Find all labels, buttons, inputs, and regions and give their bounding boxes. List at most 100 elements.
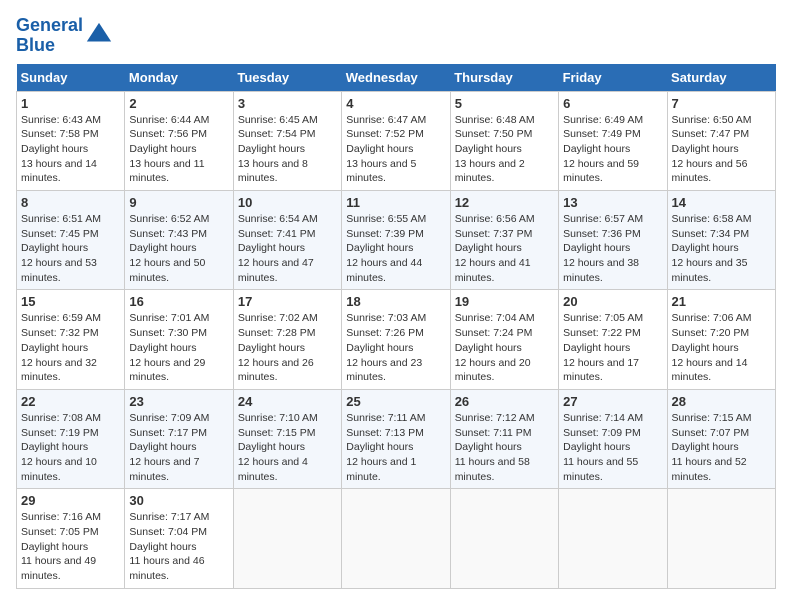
day-info: Sunrise: 6:47 AMSunset: 7:52 PMDaylight … [346, 113, 445, 186]
calendar-cell: 30 Sunrise: 7:17 AMSunset: 7:04 PMDaylig… [125, 489, 233, 588]
calendar-cell: 13 Sunrise: 6:57 AMSunset: 7:36 PMDaylig… [559, 191, 667, 290]
day-number: 7 [672, 96, 771, 111]
calendar-cell: 21 Sunrise: 7:06 AMSunset: 7:20 PMDaylig… [667, 290, 775, 389]
calendar-cell [450, 489, 558, 588]
calendar-cell [667, 489, 775, 588]
calendar-cell: 23 Sunrise: 7:09 AMSunset: 7:17 PMDaylig… [125, 389, 233, 488]
logo-icon [85, 21, 113, 49]
day-number: 27 [563, 394, 662, 409]
calendar-cell: 2 Sunrise: 6:44 AMSunset: 7:56 PMDayligh… [125, 91, 233, 190]
day-number: 28 [672, 394, 771, 409]
day-number: 1 [21, 96, 120, 111]
day-number: 18 [346, 294, 445, 309]
calendar-cell: 5 Sunrise: 6:48 AMSunset: 7:50 PMDayligh… [450, 91, 558, 190]
day-info: Sunrise: 6:57 AMSunset: 7:36 PMDaylight … [563, 212, 662, 285]
day-info: Sunrise: 7:15 AMSunset: 7:07 PMDaylight … [672, 411, 771, 484]
calendar-cell: 28 Sunrise: 7:15 AMSunset: 7:07 PMDaylig… [667, 389, 775, 488]
day-info: Sunrise: 7:17 AMSunset: 7:04 PMDaylight … [129, 510, 228, 583]
day-number: 8 [21, 195, 120, 210]
calendar-cell: 11 Sunrise: 6:55 AMSunset: 7:39 PMDaylig… [342, 191, 450, 290]
day-number: 15 [21, 294, 120, 309]
day-number: 11 [346, 195, 445, 210]
day-number: 6 [563, 96, 662, 111]
day-info: Sunrise: 6:56 AMSunset: 7:37 PMDaylight … [455, 212, 554, 285]
day-info: Sunrise: 7:08 AMSunset: 7:19 PMDaylight … [21, 411, 120, 484]
day-number: 17 [238, 294, 337, 309]
day-info: Sunrise: 7:06 AMSunset: 7:20 PMDaylight … [672, 311, 771, 384]
day-info: Sunrise: 7:05 AMSunset: 7:22 PMDaylight … [563, 311, 662, 384]
calendar-cell: 12 Sunrise: 6:56 AMSunset: 7:37 PMDaylig… [450, 191, 558, 290]
day-number: 23 [129, 394, 228, 409]
calendar-cell: 25 Sunrise: 7:11 AMSunset: 7:13 PMDaylig… [342, 389, 450, 488]
calendar-cell: 4 Sunrise: 6:47 AMSunset: 7:52 PMDayligh… [342, 91, 450, 190]
calendar-cell [559, 489, 667, 588]
day-info: Sunrise: 6:52 AMSunset: 7:43 PMDaylight … [129, 212, 228, 285]
day-info: Sunrise: 7:03 AMSunset: 7:26 PMDaylight … [346, 311, 445, 384]
day-info: Sunrise: 7:11 AMSunset: 7:13 PMDaylight … [346, 411, 445, 484]
day-info: Sunrise: 6:48 AMSunset: 7:50 PMDaylight … [455, 113, 554, 186]
col-header-monday: Monday [125, 64, 233, 92]
day-number: 14 [672, 195, 771, 210]
day-info: Sunrise: 7:14 AMSunset: 7:09 PMDaylight … [563, 411, 662, 484]
col-header-tuesday: Tuesday [233, 64, 341, 92]
calendar-cell: 29 Sunrise: 7:16 AMSunset: 7:05 PMDaylig… [17, 489, 125, 588]
day-number: 2 [129, 96, 228, 111]
calendar-cell [342, 489, 450, 588]
day-info: Sunrise: 6:43 AMSunset: 7:58 PMDaylight … [21, 113, 120, 186]
logo: GeneralBlue [16, 16, 113, 56]
calendar-cell: 1 Sunrise: 6:43 AMSunset: 7:58 PMDayligh… [17, 91, 125, 190]
day-number: 10 [238, 195, 337, 210]
col-header-thursday: Thursday [450, 64, 558, 92]
calendar-cell: 15 Sunrise: 6:59 AMSunset: 7:32 PMDaylig… [17, 290, 125, 389]
day-number: 13 [563, 195, 662, 210]
day-info: Sunrise: 6:59 AMSunset: 7:32 PMDaylight … [21, 311, 120, 384]
day-info: Sunrise: 7:04 AMSunset: 7:24 PMDaylight … [455, 311, 554, 384]
calendar-cell: 20 Sunrise: 7:05 AMSunset: 7:22 PMDaylig… [559, 290, 667, 389]
calendar-cell: 17 Sunrise: 7:02 AMSunset: 7:28 PMDaylig… [233, 290, 341, 389]
calendar-cell: 9 Sunrise: 6:52 AMSunset: 7:43 PMDayligh… [125, 191, 233, 290]
day-info: Sunrise: 6:51 AMSunset: 7:45 PMDaylight … [21, 212, 120, 285]
day-number: 4 [346, 96, 445, 111]
day-info: Sunrise: 6:54 AMSunset: 7:41 PMDaylight … [238, 212, 337, 285]
day-info: Sunrise: 6:58 AMSunset: 7:34 PMDaylight … [672, 212, 771, 285]
day-info: Sunrise: 6:44 AMSunset: 7:56 PMDaylight … [129, 113, 228, 186]
calendar-cell: 27 Sunrise: 7:14 AMSunset: 7:09 PMDaylig… [559, 389, 667, 488]
col-header-sunday: Sunday [17, 64, 125, 92]
calendar-cell: 22 Sunrise: 7:08 AMSunset: 7:19 PMDaylig… [17, 389, 125, 488]
calendar-cell [233, 489, 341, 588]
day-info: Sunrise: 6:45 AMSunset: 7:54 PMDaylight … [238, 113, 337, 186]
day-info: Sunrise: 7:10 AMSunset: 7:15 PMDaylight … [238, 411, 337, 484]
calendar-cell: 18 Sunrise: 7:03 AMSunset: 7:26 PMDaylig… [342, 290, 450, 389]
calendar-cell: 14 Sunrise: 6:58 AMSunset: 7:34 PMDaylig… [667, 191, 775, 290]
day-info: Sunrise: 7:02 AMSunset: 7:28 PMDaylight … [238, 311, 337, 384]
day-number: 3 [238, 96, 337, 111]
day-number: 25 [346, 394, 445, 409]
col-header-wednesday: Wednesday [342, 64, 450, 92]
calendar-table: SundayMondayTuesdayWednesdayThursdayFrid… [16, 64, 776, 589]
day-number: 26 [455, 394, 554, 409]
page-header: GeneralBlue [16, 16, 776, 56]
calendar-cell: 10 Sunrise: 6:54 AMSunset: 7:41 PMDaylig… [233, 191, 341, 290]
day-info: Sunrise: 7:09 AMSunset: 7:17 PMDaylight … [129, 411, 228, 484]
day-info: Sunrise: 6:55 AMSunset: 7:39 PMDaylight … [346, 212, 445, 285]
day-number: 12 [455, 195, 554, 210]
calendar-cell: 3 Sunrise: 6:45 AMSunset: 7:54 PMDayligh… [233, 91, 341, 190]
day-number: 16 [129, 294, 228, 309]
col-header-friday: Friday [559, 64, 667, 92]
calendar-cell: 19 Sunrise: 7:04 AMSunset: 7:24 PMDaylig… [450, 290, 558, 389]
day-info: Sunrise: 7:16 AMSunset: 7:05 PMDaylight … [21, 510, 120, 583]
calendar-cell: 16 Sunrise: 7:01 AMSunset: 7:30 PMDaylig… [125, 290, 233, 389]
day-number: 19 [455, 294, 554, 309]
day-info: Sunrise: 7:12 AMSunset: 7:11 PMDaylight … [455, 411, 554, 484]
day-number: 9 [129, 195, 228, 210]
day-number: 21 [672, 294, 771, 309]
day-number: 29 [21, 493, 120, 508]
logo-text: GeneralBlue [16, 16, 83, 56]
day-number: 22 [21, 394, 120, 409]
calendar-cell: 6 Sunrise: 6:49 AMSunset: 7:49 PMDayligh… [559, 91, 667, 190]
day-info: Sunrise: 6:49 AMSunset: 7:49 PMDaylight … [563, 113, 662, 186]
day-number: 30 [129, 493, 228, 508]
col-header-saturday: Saturday [667, 64, 775, 92]
day-number: 20 [563, 294, 662, 309]
calendar-cell: 7 Sunrise: 6:50 AMSunset: 7:47 PMDayligh… [667, 91, 775, 190]
